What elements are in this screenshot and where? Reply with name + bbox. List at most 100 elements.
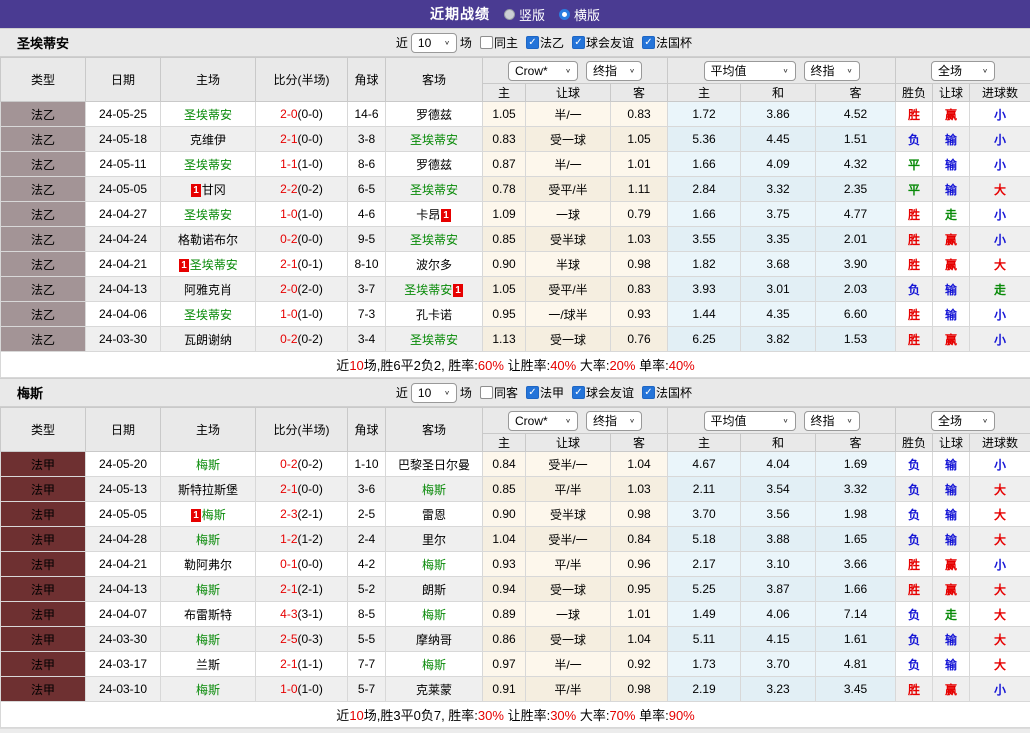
average-odds-cell: 2.19 <box>668 677 741 702</box>
average-odds-cell: 3.01 <box>741 277 816 302</box>
layout-radio-horizontal[interactable]: 横版 <box>559 5 600 24</box>
team-label: 梅斯 <box>196 583 220 597</box>
handicap-odds-cell: 1.03 <box>611 477 668 502</box>
near-label: 近 <box>396 34 408 51</box>
fulltime-score: 2-0 <box>280 107 297 121</box>
date-header: 日期 <box>86 58 161 102</box>
average-odds-cell: 2.17 <box>668 552 741 577</box>
same-venue-checkbox[interactable]: 同客 <box>480 384 518 401</box>
final-odds-select-value: 终指 <box>593 62 617 79</box>
average-odds-cell: 3.87 <box>741 577 816 602</box>
average-odds-cell: 3.10 <box>741 552 816 577</box>
handicap-odds-cell: 0.93 <box>483 552 526 577</box>
full-match-select[interactable]: 全场∨ <box>931 411 995 431</box>
average-odds-cell: 5.11 <box>668 627 741 652</box>
halftime-score: (0-0) <box>298 232 323 246</box>
average-odds-cell: 2.11 <box>668 477 741 502</box>
team-label: 梅斯 <box>196 533 220 547</box>
date-cell: 24-05-20 <box>86 452 161 477</box>
sub-column-header: 胜负 <box>896 84 933 102</box>
handicap-odds-cell: 0.86 <box>483 627 526 652</box>
odds-source-select[interactable]: Crow* ∨ <box>508 61 578 81</box>
team-label: 波尔多 <box>416 258 452 272</box>
result-cell: 胜 <box>896 327 933 352</box>
unchecked-checkbox-icon <box>480 386 493 399</box>
date-cell: 24-04-28 <box>86 527 161 552</box>
handicap-odds-cell: 一球 <box>526 202 611 227</box>
league-checkbox[interactable]: ✓球会友谊 <box>572 34 634 51</box>
final-odds-select[interactable]: 终指∨ <box>586 411 642 431</box>
team-label: 梅斯 <box>422 658 446 672</box>
average-odds-cell: 1.51 <box>816 127 896 152</box>
fulltime-score: 1-0 <box>280 307 297 321</box>
date-cell: 24-04-27 <box>86 202 161 227</box>
result-cell: 输 <box>933 627 970 652</box>
score-cell: 0-2(0-2) <box>256 452 348 477</box>
team-label: 罗德兹 <box>416 158 452 172</box>
average-odds-select[interactable]: 平均值∨ <box>704 411 796 431</box>
corner-cell: 4-6 <box>348 202 386 227</box>
score-cell: 1-2(1-2) <box>256 527 348 552</box>
team-label: 勒阿弗尔 <box>184 558 232 572</box>
score-cell: 2-3(2-1) <box>256 502 348 527</box>
average-odds-select[interactable]: 平均值∨ <box>704 61 796 81</box>
corner-cell: 4-2 <box>348 552 386 577</box>
team-label: 圣埃蒂安 <box>184 158 232 172</box>
dropdown-caret-icon: ∨ <box>847 417 853 424</box>
same-venue-checkbox[interactable]: 同主 <box>480 34 518 51</box>
league-type-cell: 法甲 <box>1 627 86 652</box>
result-cell: 大 <box>970 577 1030 602</box>
date-cell: 24-04-07 <box>86 602 161 627</box>
fulltime-group-header: 全场∨ <box>896 408 1030 434</box>
halftime-score: (0-0) <box>298 557 323 571</box>
sub-column-header: 让球 <box>526 434 611 452</box>
team-label: 雷恩 <box>422 508 446 522</box>
team-label: 巴黎圣日尔曼 <box>398 458 470 472</box>
handicap-odds-cell: 半球 <box>526 252 611 277</box>
league-checkbox[interactable]: ✓法国杯 <box>642 384 692 401</box>
fulltime-score: 2-0 <box>280 282 297 296</box>
score-cell: 2-1(0-0) <box>256 127 348 152</box>
league-checkbox[interactable]: ✓法乙 <box>526 34 564 51</box>
league-checkbox[interactable]: ✓法甲 <box>526 384 564 401</box>
full-match-select-value: 全场 <box>938 412 962 429</box>
score-cell: 2-1(2-1) <box>256 577 348 602</box>
corner-cell: 3-8 <box>348 127 386 152</box>
full-match-select-value: 全场 <box>938 62 962 79</box>
dropdown-caret-icon: ∨ <box>629 67 635 74</box>
home-team-cell: 梅斯 <box>161 452 256 477</box>
average-odds-cell: 1.72 <box>668 102 741 127</box>
league-type-cell: 法甲 <box>1 652 86 677</box>
halftime-score: (2-1) <box>298 582 323 596</box>
score-header: 比分(半场) <box>256 58 348 102</box>
final-odds-select[interactable]: 终指 ∨ <box>586 61 642 81</box>
average-odds-cell: 4.09 <box>741 152 816 177</box>
topbar: 近期战绩 竖版 横版 <box>0 0 1030 28</box>
layout-radio-vertical[interactable]: 竖版 <box>504 5 545 24</box>
match-row: 法乙24-04-27圣埃蒂安1-0(1-0)4-6卡昂11.09一球0.791.… <box>1 202 1030 227</box>
away-team-cell: 圣埃蒂安 <box>386 327 483 352</box>
red-card-badge: 1 <box>191 509 201 522</box>
match-count-select[interactable]: 10∨ <box>411 33 457 53</box>
dropdown-caret-icon: ∨ <box>565 67 571 74</box>
final-average-select[interactable]: 终指∨ <box>804 411 860 431</box>
match-row: 法乙24-05-051甘冈2-2(0-2)6-5圣埃蒂安0.78受平/半1.11… <box>1 177 1030 202</box>
handicap-odds-cell: 半/一 <box>526 102 611 127</box>
handicap-odds-cell: 0.83 <box>483 127 526 152</box>
halftime-score: (0-0) <box>298 132 323 146</box>
corner-cell: 3-6 <box>348 477 386 502</box>
dropdown-caret-icon: ∨ <box>565 417 571 424</box>
full-match-select[interactable]: 全场∨ <box>931 61 995 81</box>
odds-source-select[interactable]: Crow*∨ <box>508 411 578 431</box>
league-checkbox[interactable]: ✓法国杯 <box>642 34 692 51</box>
odds-source-select-value: Crow* <box>515 64 548 78</box>
checked-checkbox-icon: ✓ <box>642 386 655 399</box>
league-checkbox[interactable]: ✓球会友谊 <box>572 384 634 401</box>
final-average-select[interactable]: 终指∨ <box>804 61 860 81</box>
fulltime-score: 0-2 <box>280 232 297 246</box>
radio-vertical-label: 竖版 <box>519 5 545 24</box>
score-cell: 2-1(0-0) <box>256 477 348 502</box>
match-count-select[interactable]: 10∨ <box>411 383 457 403</box>
corner-cell: 5-2 <box>348 577 386 602</box>
filter-bar: 近10∨场同主✓法乙✓球会友谊✓法国杯 <box>396 33 692 53</box>
